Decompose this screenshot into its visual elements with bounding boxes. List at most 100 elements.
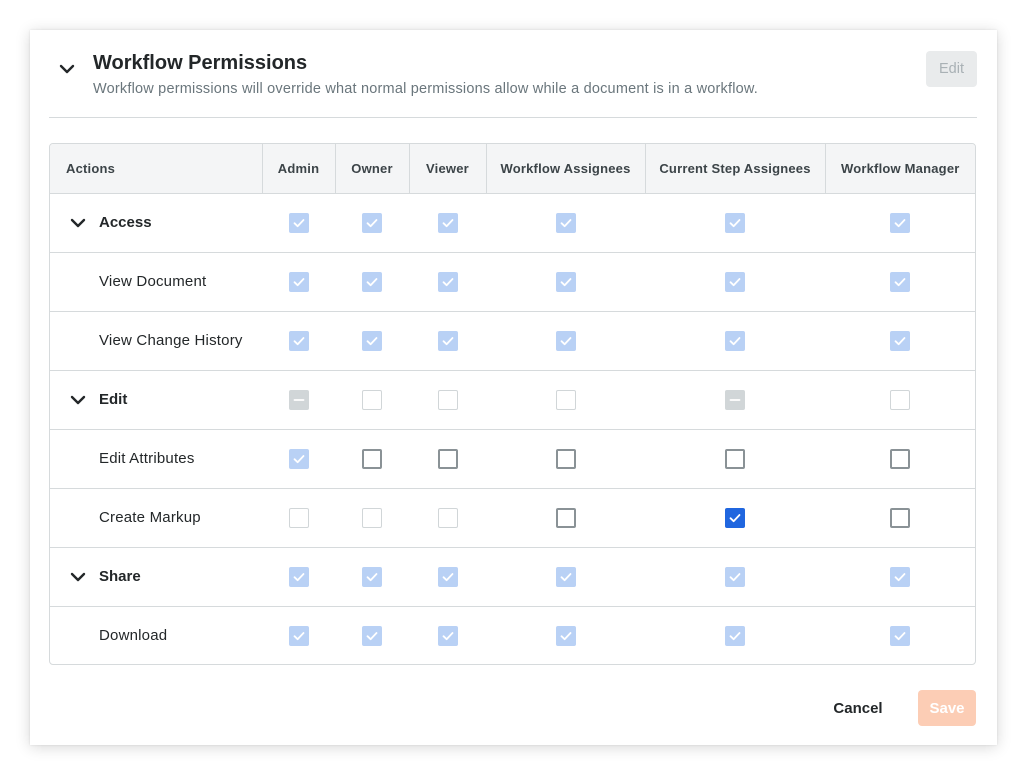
checkbox-workflow-manager bbox=[890, 567, 910, 587]
permission-cell-owner bbox=[335, 606, 409, 665]
permission-cell-owner bbox=[335, 193, 409, 252]
checkbox-viewer bbox=[438, 331, 458, 351]
chevron-down-icon[interactable] bbox=[70, 216, 88, 230]
chevron-down-icon[interactable] bbox=[70, 570, 88, 584]
checkbox-owner bbox=[362, 331, 382, 351]
edit-button[interactable]: Edit bbox=[926, 51, 977, 87]
permission-cell-workflow-assignees bbox=[486, 488, 645, 547]
column-header-owner: Owner bbox=[335, 144, 409, 193]
modal-header: Workflow Permissions Workflow permission… bbox=[49, 30, 977, 118]
collapse-toggle[interactable] bbox=[53, 58, 81, 80]
column-header-workflow-manager: Workflow Manager bbox=[825, 144, 975, 193]
permission-cell-current-step-assignees bbox=[645, 252, 825, 311]
checkbox-current-step-assignees bbox=[725, 213, 745, 233]
permission-cell-current-step-assignees bbox=[645, 488, 825, 547]
checkbox-admin bbox=[289, 213, 309, 233]
permission-row: Download bbox=[50, 606, 975, 665]
permission-cell-workflow-manager bbox=[825, 488, 975, 547]
permission-cell-admin bbox=[262, 488, 335, 547]
permission-cell-workflow-assignees bbox=[486, 252, 645, 311]
permission-group-row: Edit bbox=[50, 370, 975, 429]
table-header-row: Actions Admin Owner Viewer Workflow Assi… bbox=[50, 144, 975, 193]
permission-cell-current-step-assignees bbox=[645, 429, 825, 488]
permission-cell-viewer bbox=[409, 606, 486, 665]
checkbox-current-step-assignees bbox=[725, 331, 745, 351]
permission-cell-viewer bbox=[409, 311, 486, 370]
permission-cell-admin bbox=[262, 547, 335, 606]
checkbox-current-step-assignees bbox=[725, 272, 745, 292]
checkbox-viewer[interactable] bbox=[438, 449, 458, 469]
checkbox-current-step-assignees[interactable] bbox=[725, 449, 745, 469]
checkbox-viewer bbox=[438, 567, 458, 587]
permissions-table: Actions Admin Owner Viewer Workflow Assi… bbox=[49, 143, 976, 665]
checkbox-workflow-assignees bbox=[556, 331, 576, 351]
permission-cell-current-step-assignees bbox=[645, 311, 825, 370]
permission-cell-owner bbox=[335, 370, 409, 429]
checkbox-owner[interactable] bbox=[362, 449, 382, 469]
group-label: Access bbox=[99, 214, 152, 231]
checkbox-workflow-manager[interactable] bbox=[890, 508, 910, 528]
permission-row: View Document bbox=[50, 252, 975, 311]
checkbox-owner bbox=[362, 272, 382, 292]
permission-row: Edit Attributes bbox=[50, 429, 975, 488]
permission-cell-workflow-manager bbox=[825, 311, 975, 370]
permission-cell-workflow-manager bbox=[825, 252, 975, 311]
group-label-wrap: Access bbox=[50, 214, 262, 231]
save-button[interactable]: Save bbox=[918, 690, 976, 726]
permission-label-cell: Edit Attributes bbox=[50, 429, 262, 488]
permission-cell-admin bbox=[262, 252, 335, 311]
permission-label-cell: View Change History bbox=[50, 311, 262, 370]
modal-footer: Cancel Save bbox=[30, 690, 997, 730]
checkbox-workflow-assignees[interactable] bbox=[556, 449, 576, 469]
permission-label-cell: Create Markup bbox=[50, 488, 262, 547]
permission-cell-admin bbox=[262, 370, 335, 429]
page-subtitle: Workflow permissions will override what … bbox=[93, 81, 758, 97]
permission-cell-viewer bbox=[409, 370, 486, 429]
permission-cell-viewer bbox=[409, 429, 486, 488]
permission-label: Create Markup bbox=[50, 509, 262, 526]
group-toggle[interactable]: Edit bbox=[50, 370, 262, 429]
permission-group-row: Access bbox=[50, 193, 975, 252]
checkbox-workflow-manager bbox=[890, 272, 910, 292]
permission-cell-owner bbox=[335, 311, 409, 370]
permission-cell-workflow-assignees bbox=[486, 606, 645, 665]
permission-cell-workflow-manager bbox=[825, 547, 975, 606]
chevron-down-icon[interactable] bbox=[70, 393, 88, 407]
checkbox-workflow-assignees[interactable] bbox=[556, 508, 576, 528]
permission-cell-owner bbox=[335, 429, 409, 488]
checkbox-owner bbox=[362, 508, 382, 528]
checkbox-current-step-assignees bbox=[725, 567, 745, 587]
permission-label: Download bbox=[50, 627, 262, 644]
permission-cell-workflow-manager bbox=[825, 193, 975, 252]
column-header-workflow-assignees: Workflow Assignees bbox=[486, 144, 645, 193]
permission-cell-current-step-assignees bbox=[645, 547, 825, 606]
cancel-button[interactable]: Cancel bbox=[820, 690, 896, 726]
group-label-wrap: Edit bbox=[50, 391, 262, 408]
column-header-current-step-assignees: Current Step Assignees bbox=[645, 144, 825, 193]
checkbox-viewer bbox=[438, 272, 458, 292]
permission-cell-current-step-assignees bbox=[645, 193, 825, 252]
checkbox-viewer bbox=[438, 213, 458, 233]
column-header-actions: Actions bbox=[50, 144, 262, 193]
group-toggle[interactable]: Share bbox=[50, 547, 262, 606]
checkbox-admin bbox=[289, 449, 309, 469]
permission-cell-workflow-manager bbox=[825, 606, 975, 665]
group-label-wrap: Share bbox=[50, 568, 262, 585]
checkbox-current-step-assignees[interactable] bbox=[725, 508, 745, 528]
checkbox-viewer bbox=[438, 390, 458, 410]
checkbox-workflow-manager[interactable] bbox=[890, 449, 910, 469]
page-title: Workflow Permissions bbox=[93, 52, 307, 75]
checkbox-workflow-manager bbox=[890, 331, 910, 351]
checkbox-admin bbox=[289, 331, 309, 351]
permission-label: Edit Attributes bbox=[50, 450, 262, 467]
permission-cell-owner bbox=[335, 252, 409, 311]
permission-row: Create Markup bbox=[50, 488, 975, 547]
checkbox-workflow-manager bbox=[890, 626, 910, 646]
permission-cell-viewer bbox=[409, 547, 486, 606]
group-toggle[interactable]: Access bbox=[50, 193, 262, 252]
checkbox-workflow-manager bbox=[890, 213, 910, 233]
checkbox-owner bbox=[362, 567, 382, 587]
checkbox-admin bbox=[289, 390, 309, 410]
chevron-down-icon bbox=[59, 64, 75, 74]
checkbox-workflow-assignees bbox=[556, 567, 576, 587]
